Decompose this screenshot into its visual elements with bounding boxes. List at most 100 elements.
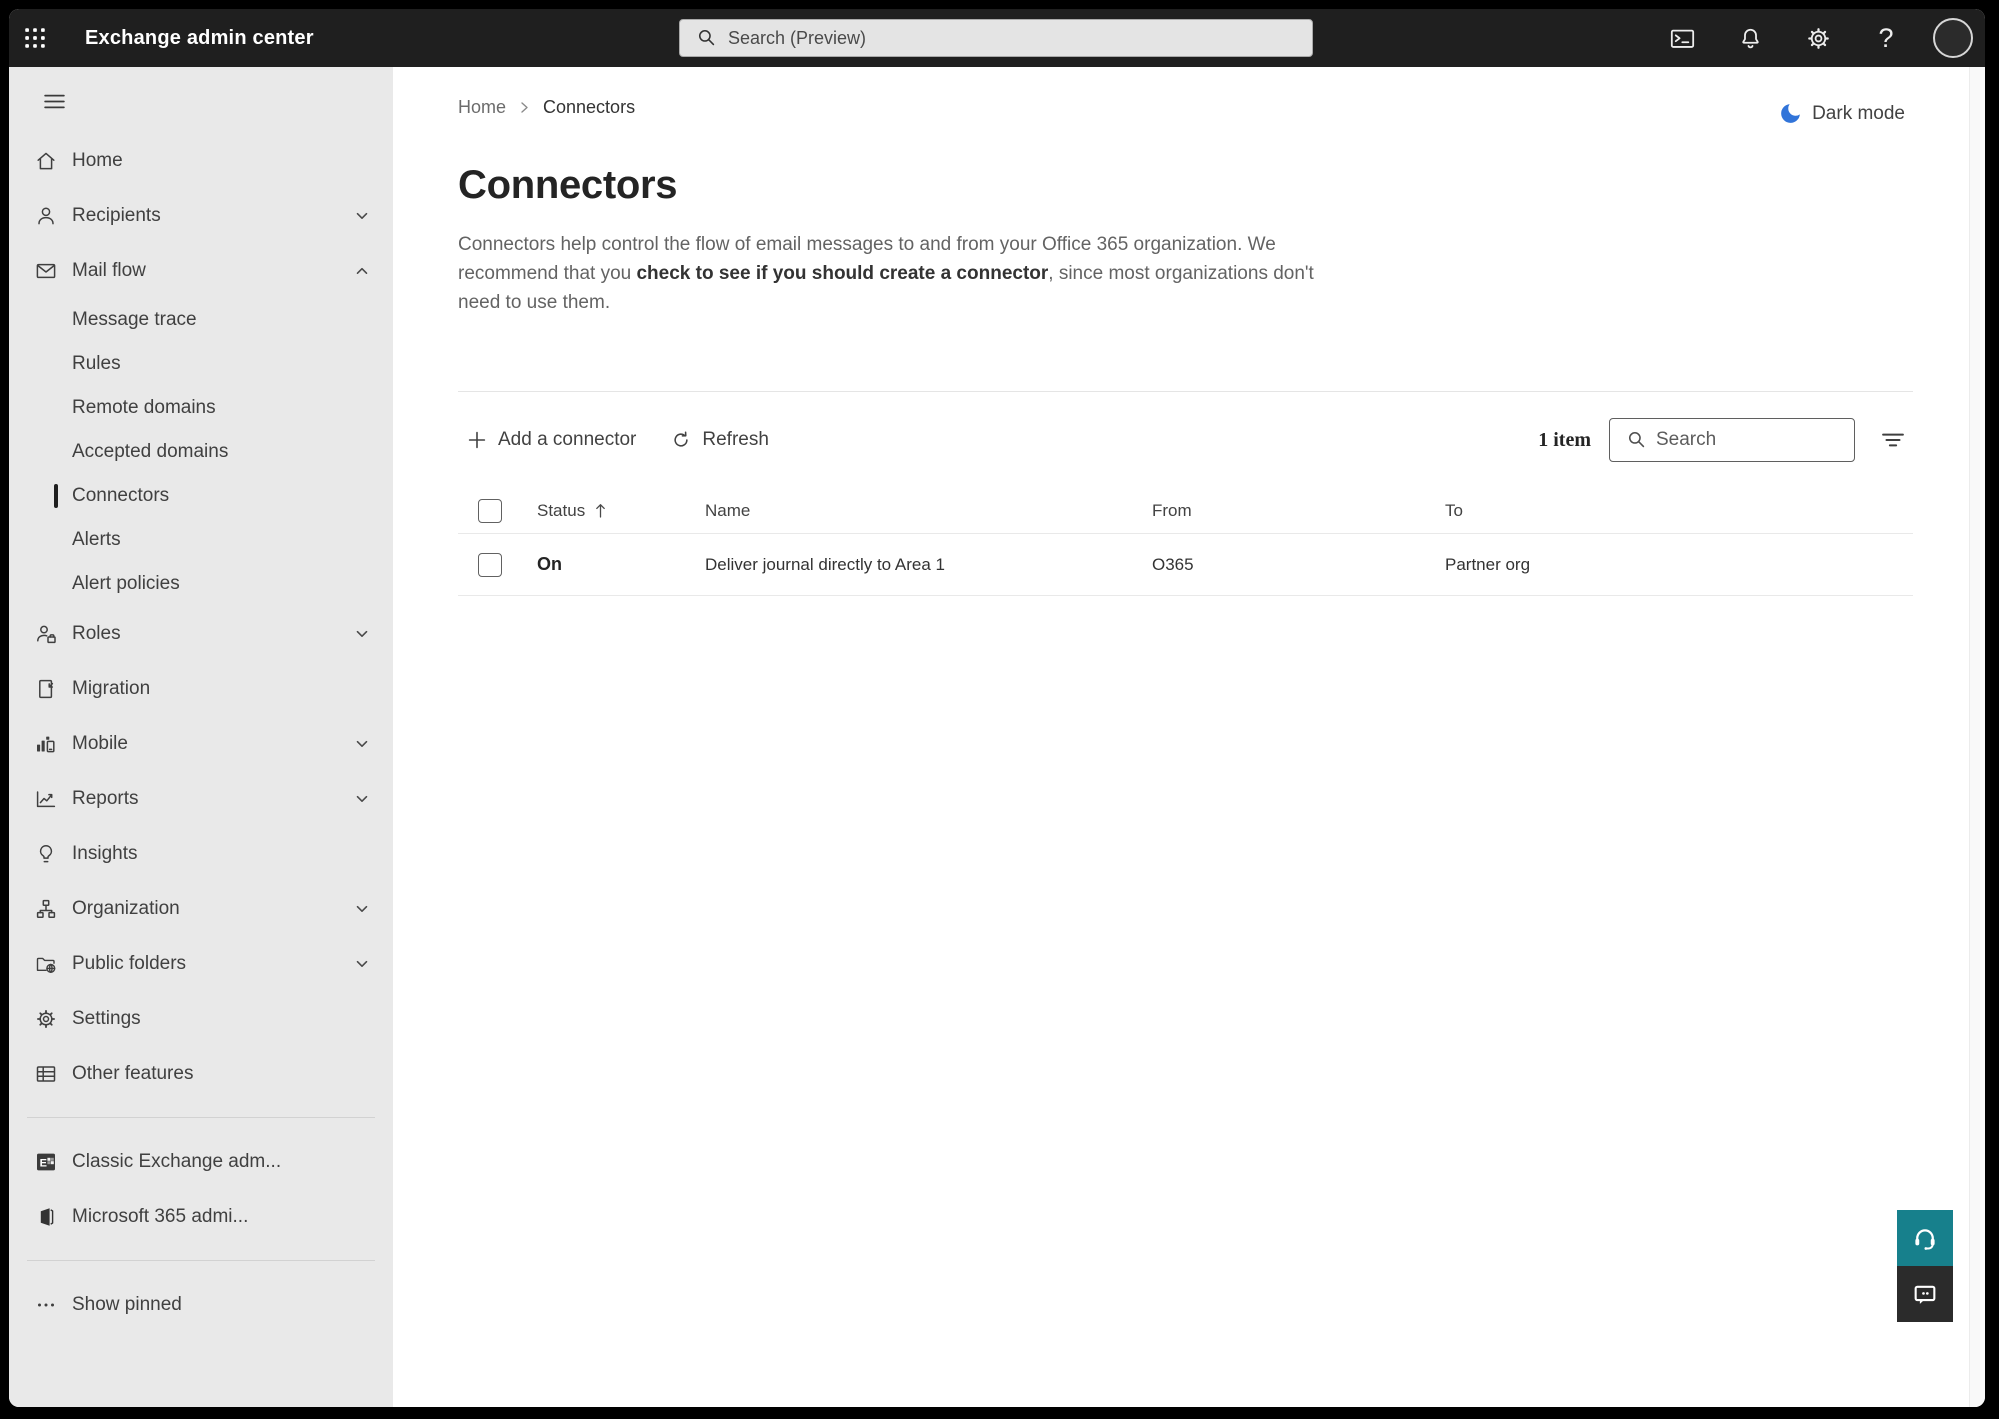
row-name[interactable]: Deliver journal directly to Area 1 <box>705 555 1152 575</box>
hamburger-icon <box>43 94 65 108</box>
exchange-admin-window: Exchange admin center Search (Preview) ?… <box>9 9 1985 1407</box>
body: Home Recipients Mail flow Message trace … <box>9 67 1985 1407</box>
chevron-down-icon <box>353 207 371 225</box>
select-all-checkbox[interactable] <box>478 498 502 523</box>
terminal-button[interactable] <box>1661 17 1703 59</box>
sidebar-item-alert-policies[interactable]: Alert policies <box>9 562 393 606</box>
divider <box>27 1117 375 1118</box>
sidebar-item-migration[interactable]: Migration <box>9 661 393 716</box>
row-to: Partner org <box>1445 554 1531 574</box>
filter-icon <box>1882 433 1904 447</box>
sidebar-item-alerts[interactable]: Alerts <box>9 518 393 562</box>
bell-icon <box>1741 28 1759 48</box>
svg-text:E: E <box>40 1157 47 1169</box>
floating-buttons <box>1897 1210 1953 1322</box>
sidebar-item-connectors[interactable]: Connectors <box>9 474 393 518</box>
app-launcher-button[interactable] <box>9 9 61 67</box>
app-title: Exchange admin center <box>85 26 314 49</box>
sidebar-item-microsoft-365-admin[interactable]: Microsoft 365 admi... <box>9 1189 393 1244</box>
person-icon <box>34 204 58 228</box>
row-checkbox[interactable] <box>478 552 502 577</box>
sidebar-item-rules[interactable]: Rules <box>9 342 393 386</box>
migration-icon <box>34 677 58 701</box>
sidebar-item-message-trace[interactable]: Message trace <box>9 298 393 342</box>
column-header-status[interactable]: Status <box>537 501 705 521</box>
sidebar-item-organization[interactable]: Organization <box>9 881 393 936</box>
notifications-button[interactable] <box>1729 17 1771 59</box>
sidebar-item-other-features[interactable]: Other features <box>9 1046 393 1101</box>
chevron-down-icon <box>353 955 371 973</box>
sidebar-item-insights[interactable]: Insights <box>9 826 393 881</box>
row-status: On <box>537 554 562 574</box>
org-tree-icon <box>34 897 58 921</box>
column-header-to[interactable]: To <box>1445 501 1913 521</box>
terminal-icon <box>1670 29 1694 48</box>
collapse-nav-button[interactable] <box>31 81 77 121</box>
sidebar-item-remote-domains[interactable]: Remote domains <box>9 386 393 430</box>
plus-icon <box>468 431 486 449</box>
chevron-down-icon <box>353 790 371 808</box>
add-connector-button[interactable]: Add a connector <box>466 429 636 451</box>
description-link[interactable]: check to see if you should create a conn… <box>636 263 1048 284</box>
chevron-up-icon <box>353 262 371 280</box>
row-from: O365 <box>1152 554 1194 574</box>
chevron-down-icon <box>353 900 371 918</box>
sidebar-item-roles[interactable]: Roles <box>9 606 393 661</box>
topbar: Exchange admin center Search (Preview) ? <box>9 9 1985 67</box>
sidebar-item-accepted-domains[interactable]: Accepted domains <box>9 430 393 474</box>
headset-icon <box>1915 1229 1935 1250</box>
sidebar-item-show-pinned[interactable]: Show pinned <box>9 1277 393 1332</box>
scrollbar-track[interactable] <box>1969 67 1985 1407</box>
mail-icon <box>34 259 58 283</box>
account-avatar[interactable] <box>1933 18 1973 58</box>
sidebar-item-recipients[interactable]: Recipients <box>9 188 393 243</box>
breadcrumb: Home Connectors <box>458 97 635 118</box>
sidebar-item-mobile[interactable]: Mobile <box>9 716 393 771</box>
global-search-box[interactable] <box>679 19 1313 57</box>
sidebar-item-home[interactable]: Home <box>9 133 393 188</box>
refresh-button[interactable]: Refresh <box>670 429 769 451</box>
support-button[interactable] <box>1897 1210 1953 1266</box>
refresh-icon <box>674 431 689 447</box>
exchange-logo-icon: E <box>34 1150 58 1174</box>
filter-button[interactable] <box>1873 420 1913 460</box>
nav-list: Home Recipients Mail flow Message trace … <box>9 133 393 1332</box>
selected-indicator <box>54 484 58 508</box>
connectors-table: Status Name From To On Deliver journal d… <box>458 488 1913 596</box>
list-search-box[interactable] <box>1609 418 1855 462</box>
moon-icon <box>1781 104 1800 123</box>
breadcrumb-home[interactable]: Home <box>458 97 506 118</box>
column-header-from[interactable]: From <box>1152 501 1445 521</box>
topbar-actions: ? <box>1661 9 1973 67</box>
sidebar-item-classic-exchange-admin[interactable]: E Classic Exchange adm... <box>9 1134 393 1189</box>
mobile-icon <box>34 732 58 756</box>
feedback-icon <box>1914 1285 1936 1304</box>
table-header: Status Name From To <box>458 488 1913 534</box>
help-button[interactable]: ? <box>1865 17 1907 59</box>
table-icon <box>34 1062 58 1086</box>
sidebar-item-mail-flow[interactable]: Mail flow <box>9 243 393 298</box>
chevron-down-icon <box>353 735 371 753</box>
breadcrumb-current: Connectors <box>543 97 636 117</box>
sidebar-item-settings[interactable]: Settings <box>9 991 393 1046</box>
dark-mode-label: Dark mode <box>1812 102 1905 124</box>
page-title: Connectors <box>458 163 678 207</box>
ellipsis-icon <box>34 1293 58 1317</box>
column-header-name[interactable]: Name <box>705 501 1152 521</box>
list-search-input[interactable] <box>1656 429 1844 451</box>
dark-mode-toggle[interactable]: Dark mode <box>1778 101 1905 126</box>
sidebar-item-public-folders[interactable]: Public folders <box>9 936 393 991</box>
app-launcher-icon <box>25 28 45 48</box>
settings-button[interactable] <box>1797 17 1839 59</box>
search-icon <box>698 29 715 46</box>
help-icon: ? <box>1878 22 1894 53</box>
reports-icon <box>34 787 58 811</box>
list-toolbar: Add a connector Refresh 1 item <box>458 392 1913 488</box>
gear-icon <box>1807 27 1829 49</box>
feedback-button[interactable] <box>1897 1266 1953 1322</box>
global-search-input[interactable] <box>728 27 1300 49</box>
roles-icon <box>34 622 58 646</box>
table-row[interactable]: On Deliver journal directly to Area 1 O3… <box>458 534 1913 596</box>
divider <box>27 1260 375 1261</box>
sidebar-item-reports[interactable]: Reports <box>9 771 393 826</box>
